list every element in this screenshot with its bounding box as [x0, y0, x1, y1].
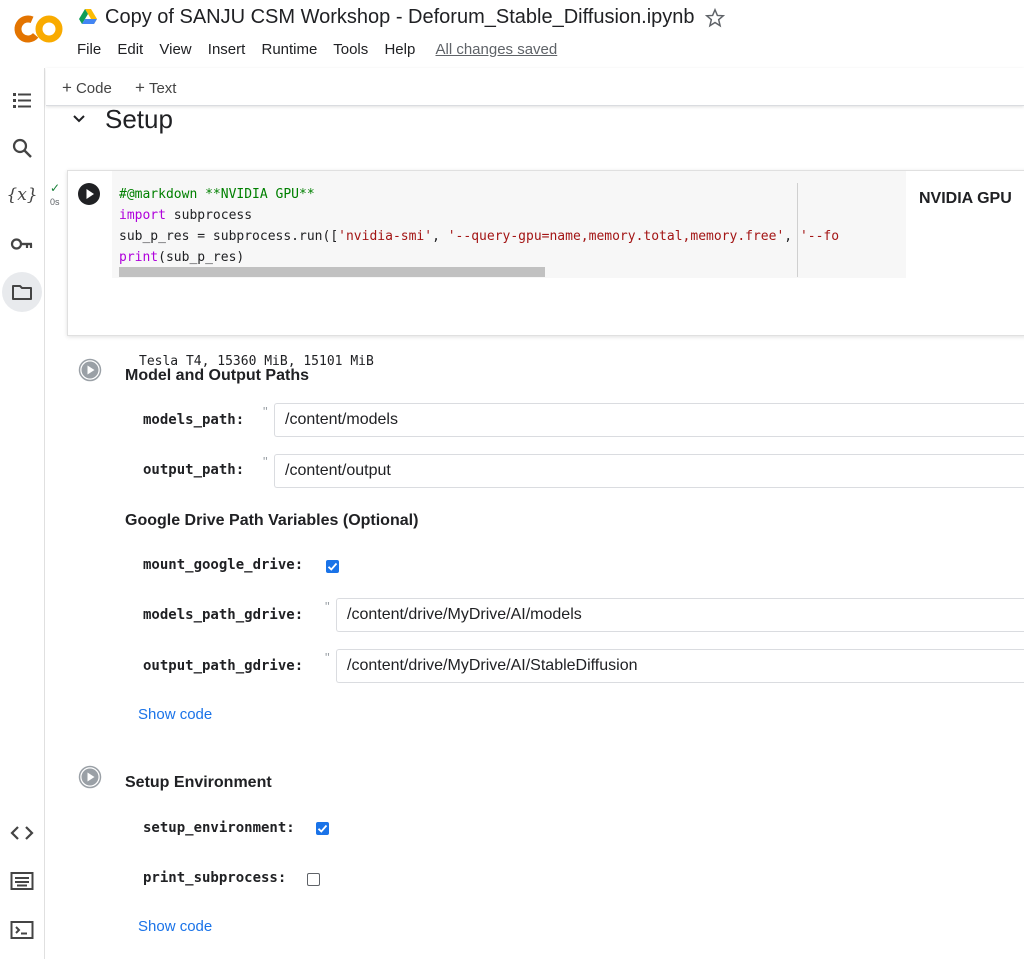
section-heading: Setup [105, 106, 173, 134]
run-cell-button[interactable] [77, 182, 101, 206]
star-icon[interactable] [704, 7, 726, 29]
terminal-icon [10, 921, 34, 939]
param-label: setup_environment: [143, 820, 295, 836]
notebook-title[interactable]: Copy of SANJU CSM Workshop - Deforum_Sta… [105, 6, 695, 29]
key-icon [10, 238, 33, 250]
code-editor[interactable]: #@markdown **NVIDIA GPU** import subproc… [112, 171, 906, 278]
param-label: mount_google_drive: [143, 557, 304, 573]
plus-icon: + [135, 78, 145, 97]
setup-environment-checkbox[interactable] [316, 822, 329, 835]
variables-button[interactable]: {x} [2, 175, 42, 215]
run-cell-button[interactable] [78, 765, 102, 789]
param-label: models_path: [143, 412, 245, 428]
models-path-gdrive-input[interactable]: /content/drive/MyDrive/AI/models [336, 598, 1024, 632]
secrets-button[interactable] [2, 224, 42, 264]
notebook-main: Setup Tesla T4, 15360 MiB, 15101 MiB ✓ 0… [46, 106, 1024, 959]
checkmark-icon [317, 824, 328, 833]
string-type-indicator: " [325, 599, 330, 614]
string-type-indicator: " [325, 650, 330, 665]
google-drive-icon [79, 9, 97, 24]
code-string: 'nvidia-smi' [338, 229, 433, 244]
code-token: sub_p_res = subprocess.run([ [119, 229, 339, 244]
toc-icon [13, 93, 31, 108]
chevron-down-icon[interactable] [70, 110, 88, 128]
show-code-link[interactable]: Show code [138, 706, 212, 723]
search-button[interactable] [2, 128, 42, 168]
variables-icon: {x} [6, 185, 38, 205]
output-path-gdrive-input[interactable]: /content/drive/MyDrive/AI/StableDiffusio… [336, 649, 1024, 683]
string-type-indicator: " [263, 404, 268, 419]
execution-success-icon: ✓ [50, 181, 61, 195]
code-string: '--fo [799, 229, 840, 244]
checkmark-icon [327, 562, 338, 571]
run-cell-button[interactable] [78, 358, 102, 382]
execution-time: 0s [50, 197, 60, 207]
param-label: models_path_gdrive: [143, 607, 304, 623]
param-label: print_subprocess: [143, 870, 287, 886]
code-token: (sub_p_res) [158, 250, 245, 265]
print-subprocess-checkbox[interactable] [307, 873, 320, 886]
notebook-toolbar: + Code + Text [46, 68, 1024, 106]
left-sidebar: {x} [0, 68, 45, 959]
form-title: NVIDIA GPU [919, 190, 1012, 207]
code-token: subprocess [165, 208, 253, 223]
code-string: '--query-gpu=name,memory.total,memory.fr… [447, 229, 785, 244]
search-icon [12, 138, 32, 158]
files-button[interactable] [2, 272, 42, 312]
menu-view[interactable]: View [159, 41, 191, 58]
form-heading: Model and Output Paths [125, 367, 309, 384]
code-text: #@markdown **NVIDIA GPU** import subproc… [119, 184, 839, 268]
code-comment: #@markdown **NVIDIA GPU** [119, 187, 315, 202]
menu-edit[interactable]: Edit [117, 41, 143, 58]
code-token: , [432, 229, 448, 244]
command-palette-icon [10, 872, 34, 890]
show-code-link[interactable]: Show code [138, 918, 212, 935]
param-label: output_path: [143, 462, 245, 478]
menu-bar: File Edit View Insert Runtime Tools Help… [77, 41, 569, 58]
param-label: output_path_gdrive: [143, 658, 304, 674]
save-status-link[interactable]: All changes saved [435, 41, 557, 58]
add-text-label: Text [148, 80, 177, 97]
add-code-button[interactable]: + Code [62, 78, 112, 98]
output-path-input[interactable]: /content/output [274, 454, 1024, 488]
form-heading: Setup Environment [125, 774, 272, 791]
mount-google-drive-checkbox[interactable] [326, 560, 339, 573]
models-path-input[interactable]: /content/models [274, 403, 1024, 437]
code-builtin: print [119, 250, 159, 265]
menu-help[interactable]: Help [384, 41, 415, 58]
menu-runtime[interactable]: Runtime [261, 41, 317, 58]
menu-insert[interactable]: Insert [208, 41, 246, 58]
code-snippets-icon [10, 826, 34, 840]
editor-ruler [797, 183, 798, 277]
menu-file[interactable]: File [77, 41, 101, 58]
folder-icon [12, 285, 32, 300]
menu-tools[interactable]: Tools [333, 41, 368, 58]
code-keyword: import [119, 208, 166, 223]
string-type-indicator: " [263, 454, 268, 469]
command-palette-button[interactable] [2, 861, 42, 901]
code-snippets-button[interactable] [2, 813, 42, 853]
colab-logo[interactable] [14, 12, 64, 46]
table-of-contents-button[interactable] [2, 80, 42, 120]
add-text-button[interactable]: + Text [135, 78, 176, 98]
form-heading: Google Drive Path Variables (Optional) [125, 512, 419, 529]
app-header: Copy of SANJU CSM Workshop - Deforum_Sta… [0, 0, 1024, 68]
plus-icon: + [62, 78, 72, 97]
add-code-label: Code [75, 80, 112, 97]
terminal-button[interactable] [2, 910, 42, 950]
horizontal-scrollbar[interactable] [119, 267, 545, 277]
